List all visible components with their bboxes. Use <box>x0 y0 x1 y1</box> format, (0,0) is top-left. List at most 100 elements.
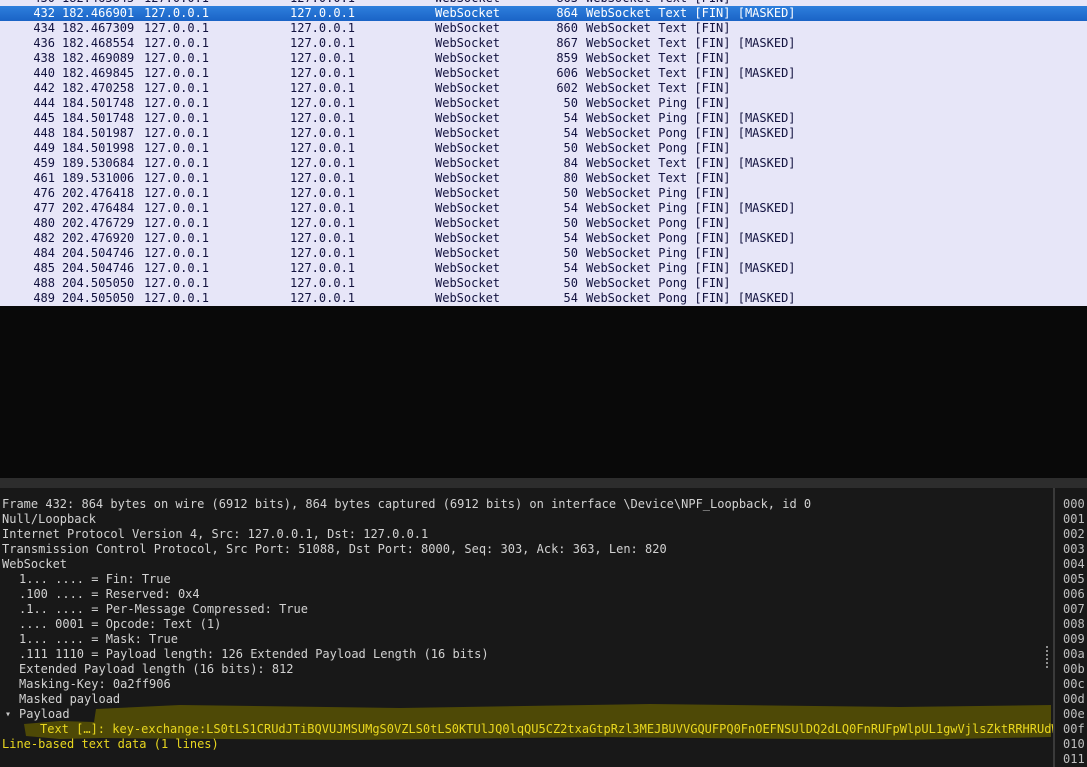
packet-row[interactable]: 448184.501987127.0.0.1127.0.0.1WebSocket… <box>0 126 1087 141</box>
packet-row[interactable]: 444184.501748127.0.0.1127.0.0.1WebSocket… <box>0 96 1087 111</box>
col-time: 182.467309 <box>62 21 142 36</box>
detail-line-based-text-data[interactable]: Line-based text data (1 lines) <box>0 737 1053 752</box>
detail-ws-mask-label: 1... .... = Mask: True <box>19 632 178 646</box>
packet-row[interactable]: 434182.467309127.0.0.1127.0.0.1WebSocket… <box>0 21 1087 36</box>
hex-offset: 00c <box>1055 677 1087 692</box>
col-info: WebSocket Pong [FIN] [MASKED] <box>586 291 1087 306</box>
col-source: 127.0.0.1 <box>144 186 290 201</box>
packet-row[interactable]: 459189.530684127.0.0.1127.0.0.1WebSocket… <box>0 156 1087 171</box>
detail-ws-opcode-label: .... 0001 = Opcode: Text (1) <box>19 617 221 631</box>
packet-row[interactable]: 445184.501748127.0.0.1127.0.0.1WebSocket… <box>0 111 1087 126</box>
packet-row[interactable]: 476202.476418127.0.0.1127.0.0.1WebSocket… <box>0 186 1087 201</box>
detail-null-loopback[interactable]: Null/Loopback <box>0 512 1053 527</box>
col-source: 127.0.0.1 <box>144 6 290 21</box>
col-source: 127.0.0.1 <box>144 51 290 66</box>
col-length: 859 <box>520 51 578 66</box>
col-info: WebSocket Text [FIN] [MASKED] <box>586 66 1087 81</box>
col-protocol: WebSocket <box>435 141 520 156</box>
col-number: 489 <box>0 291 55 306</box>
packet-row[interactable]: 449184.501998127.0.0.1127.0.0.1WebSocket… <box>0 141 1087 156</box>
detail-ws-ext-payload-length-label: Extended Payload length (16 bits): 812 <box>19 662 294 676</box>
packet-list-empty-area <box>0 306 1087 478</box>
packet-row[interactable]: 488204.505050127.0.0.1127.0.0.1WebSocket… <box>0 276 1087 291</box>
col-destination: 127.0.0.1 <box>290 171 435 186</box>
packet-row[interactable]: 440182.469845127.0.0.1127.0.0.1WebSocket… <box>0 66 1087 81</box>
hex-offset: 009 <box>1055 632 1087 647</box>
col-info: WebSocket Pong [FIN] <box>586 276 1087 291</box>
packet-list-pane: 430182.465845127.0.0.1127.0.0.1WebSocket… <box>0 0 1087 306</box>
col-time: 204.505050 <box>62 276 142 291</box>
detail-frame[interactable]: Frame 432: 864 bytes on wire (6912 bits)… <box>0 497 1053 512</box>
col-time: 182.468554 <box>62 36 142 51</box>
col-number: 449 <box>0 141 55 156</box>
packet-row[interactable]: 485204.504746127.0.0.1127.0.0.1WebSocket… <box>0 261 1087 276</box>
col-source: 127.0.0.1 <box>144 141 290 156</box>
hex-offset: 008 <box>1055 617 1087 632</box>
packet-rows: 430182.465845127.0.0.1127.0.0.1WebSocket… <box>0 0 1087 306</box>
col-source: 127.0.0.1 <box>144 36 290 51</box>
detail-ws-mask[interactable]: 1... .... = Mask: True <box>0 632 1053 647</box>
detail-ws-payload[interactable]: ▾Payload <box>0 707 1053 722</box>
col-length: 54 <box>520 261 578 276</box>
packet-row-content: 482202.476920127.0.0.1127.0.0.1WebSocket… <box>0 231 1087 246</box>
col-destination: 127.0.0.1 <box>290 81 435 96</box>
packet-row-content: 476202.476418127.0.0.1127.0.0.1WebSocket… <box>0 186 1087 201</box>
packet-bytes-pane: 00000100200300400500600700800900a00b00c0… <box>1055 488 1087 767</box>
col-protocol: WebSocket <box>435 81 520 96</box>
hex-offset: 003 <box>1055 542 1087 557</box>
expander-triangle-icon[interactable]: ▾ <box>5 707 11 722</box>
col-destination: 127.0.0.1 <box>290 96 435 111</box>
col-number: 461 <box>0 171 55 186</box>
packet-row[interactable]: 489204.505050127.0.0.1127.0.0.1WebSocket… <box>0 291 1087 306</box>
col-number: 440 <box>0 66 55 81</box>
col-destination: 127.0.0.1 <box>290 66 435 81</box>
packet-row[interactable]: 436182.468554127.0.0.1127.0.0.1WebSocket… <box>0 36 1087 51</box>
detail-ws-reserved[interactable]: .100 .... = Reserved: 0x4 <box>0 587 1053 602</box>
col-number: 445 <box>0 111 55 126</box>
packet-row[interactable]: 442182.470258127.0.0.1127.0.0.1WebSocket… <box>0 81 1087 96</box>
packet-row[interactable]: 461189.531006127.0.0.1127.0.0.1WebSocket… <box>0 171 1087 186</box>
detail-websocket[interactable]: WebSocket <box>0 557 1053 572</box>
packet-row[interactable]: 482202.476920127.0.0.1127.0.0.1WebSocket… <box>0 231 1087 246</box>
col-length: 50 <box>520 246 578 261</box>
packet-row-selected[interactable]: 432182.466901127.0.0.1127.0.0.1WebSocket… <box>0 6 1087 21</box>
detail-ws-ext-payload-length[interactable]: Extended Payload length (16 bits): 812 <box>0 662 1053 677</box>
hex-offset: 006 <box>1055 587 1087 602</box>
detail-ws-payload-text[interactable]: Text […]: key-exchange:LS0tLS1CRUdJTiBQV… <box>0 722 1053 737</box>
col-info: WebSocket Text [FIN] [MASKED] <box>586 6 1087 21</box>
col-length: 864 <box>520 6 578 21</box>
detail-ws-compressed[interactable]: .1.. .... = Per-Message Compressed: True <box>0 602 1053 617</box>
col-source: 127.0.0.1 <box>144 96 290 111</box>
hex-offset: 010 <box>1055 737 1087 752</box>
detail-ipv4[interactable]: Internet Protocol Version 4, Src: 127.0.… <box>0 527 1053 542</box>
packet-row[interactable]: 480202.476729127.0.0.1127.0.0.1WebSocket… <box>0 216 1087 231</box>
col-number: 448 <box>0 126 55 141</box>
hex-offset: 001 <box>1055 512 1087 527</box>
col-length: 54 <box>520 291 578 306</box>
detail-ipv4-label: Internet Protocol Version 4, Src: 127.0.… <box>2 527 428 541</box>
detail-ws-payload-length[interactable]: .111 1110 = Payload length: 126 Extended… <box>0 647 1053 662</box>
hex-offset: 00f <box>1055 722 1087 737</box>
detail-ws-masking-key[interactable]: Masking-Key: 0a2ff906 <box>0 677 1053 692</box>
detail-ws-fin[interactable]: 1... .... = Fin: True <box>0 572 1053 587</box>
packet-row-content: 445184.501748127.0.0.1127.0.0.1WebSocket… <box>0 111 1087 126</box>
detail-ws-masked-payload[interactable]: Masked payload <box>0 692 1053 707</box>
detail-ws-opcode[interactable]: .... 0001 = Opcode: Text (1) <box>0 617 1053 632</box>
col-destination: 127.0.0.1 <box>290 126 435 141</box>
col-length: 867 <box>520 36 578 51</box>
col-length: 50 <box>520 141 578 156</box>
packet-row[interactable]: 484204.504746127.0.0.1127.0.0.1WebSocket… <box>0 246 1087 261</box>
hex-offset: 005 <box>1055 572 1087 587</box>
col-time: 184.501748 <box>62 111 142 126</box>
packet-row[interactable]: 438182.469089127.0.0.1127.0.0.1WebSocket… <box>0 51 1087 66</box>
horizontal-scrollbar[interactable] <box>0 478 1087 488</box>
col-destination: 127.0.0.1 <box>290 141 435 156</box>
col-source: 127.0.0.1 <box>144 291 290 306</box>
wireshark-window: 430182.465845127.0.0.1127.0.0.1WebSocket… <box>0 0 1087 767</box>
packet-row[interactable]: 477202.476484127.0.0.1127.0.0.1WebSocket… <box>0 201 1087 216</box>
packet-row-content: 459189.530684127.0.0.1127.0.0.1WebSocket… <box>0 156 1087 171</box>
col-destination: 127.0.0.1 <box>290 246 435 261</box>
col-protocol: WebSocket <box>435 276 520 291</box>
detail-tcp[interactable]: Transmission Control Protocol, Src Port:… <box>0 542 1053 557</box>
col-protocol: WebSocket <box>435 66 520 81</box>
